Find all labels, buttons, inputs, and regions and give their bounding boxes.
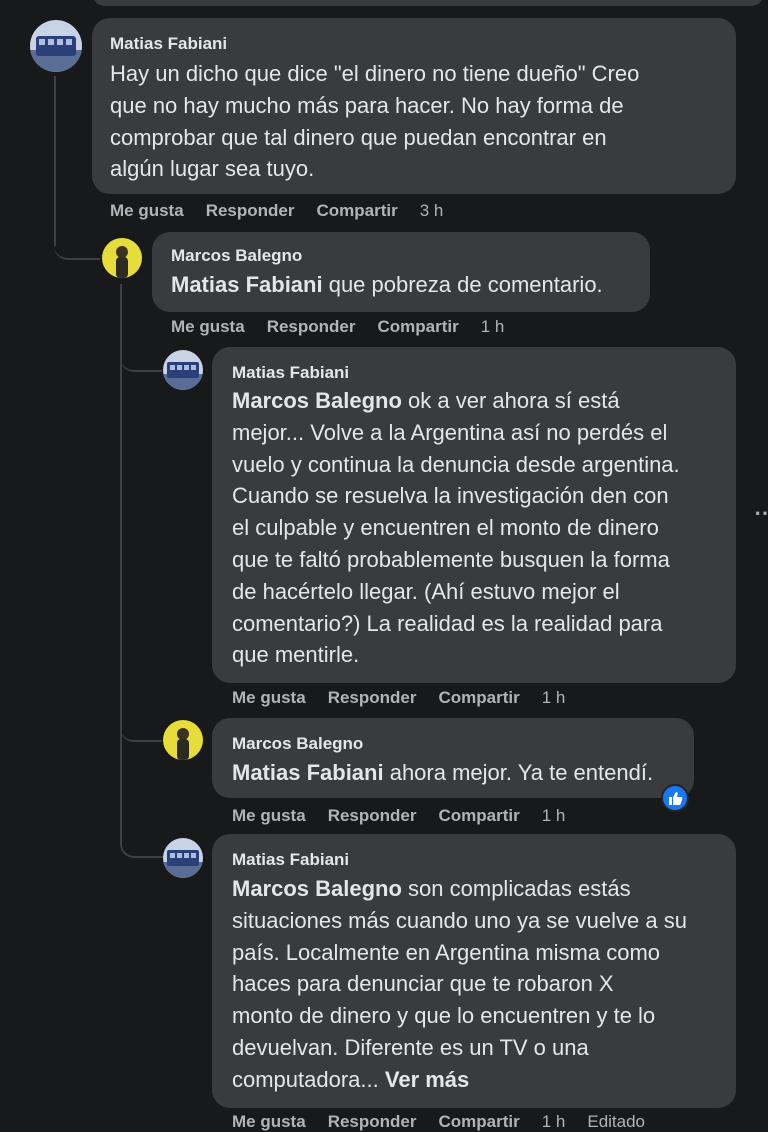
comment-actions: Me gusta Responder Compartir 3 h bbox=[110, 201, 465, 221]
reply-button[interactable]: Responder bbox=[328, 806, 417, 826]
reply-text-line: situaciones más cuando uno ya se vuelve … bbox=[232, 907, 687, 933]
see-more-link[interactable]: Ver más bbox=[385, 1067, 469, 1092]
avatar-matias-fabiani[interactable] bbox=[163, 350, 203, 390]
reply-text-content: son complicadas estás bbox=[401, 876, 631, 901]
reply-button[interactable]: Responder bbox=[328, 688, 417, 708]
reply-button[interactable]: Responder bbox=[206, 201, 295, 221]
reply-text: Marcos Balegno ok a ver ahora sí está me… bbox=[232, 385, 680, 671]
previous-comment-bubble bbox=[92, 0, 764, 6]
mention-link[interactable]: Marcos Balegno bbox=[232, 876, 402, 901]
reply-author[interactable]: Marcos Balegno bbox=[232, 734, 363, 754]
like-button[interactable]: Me gusta bbox=[232, 806, 306, 826]
timestamp[interactable]: 1 h bbox=[542, 688, 566, 708]
comment-text-line: comprobar que tal dinero que puedan enco… bbox=[110, 124, 607, 150]
reply-text-line: Marcos Balegno son complicadas estás bbox=[232, 873, 687, 905]
reply-actions: Me gusta Responder Compartir 1 h bbox=[171, 317, 526, 337]
reply-text-line: devuelvan. Diferente es un TV o una bbox=[232, 1034, 589, 1060]
avatar-matias-fabiani[interactable] bbox=[163, 838, 203, 878]
reply-text-line: computadora... Ver más bbox=[232, 1064, 687, 1096]
reply-text-line: vuelo y continua la denuncia desde argen… bbox=[232, 451, 680, 477]
like-button[interactable]: Me gusta bbox=[232, 1112, 306, 1132]
more-options-icon[interactable]: ⋯ bbox=[754, 500, 768, 526]
share-button[interactable]: Compartir bbox=[377, 317, 458, 337]
timestamp[interactable]: 1 h bbox=[542, 1112, 566, 1132]
like-button[interactable]: Me gusta bbox=[171, 317, 245, 337]
share-button[interactable]: Compartir bbox=[438, 806, 519, 826]
reply-actions: Me gusta Responder Compartir 1 h bbox=[232, 688, 587, 708]
timestamp[interactable]: 3 h bbox=[420, 201, 444, 221]
reply-button[interactable]: Responder bbox=[267, 317, 356, 337]
reply-text-line: que mentirle. bbox=[232, 642, 360, 668]
reply-text-line: el culpable y encuentren el monto de din… bbox=[232, 515, 659, 541]
edited-label[interactable]: Editado bbox=[587, 1112, 645, 1132]
reply-author[interactable]: Matias Fabiani bbox=[232, 850, 349, 870]
mention-link[interactable]: Matias Fabiani bbox=[232, 760, 384, 785]
like-button[interactable]: Me gusta bbox=[110, 201, 184, 221]
reply-bubble: Matias Fabiani Marcos Balegno son compli… bbox=[212, 834, 736, 1108]
reply-text: Matias Fabiani que pobreza de comentario… bbox=[171, 269, 603, 301]
reply-bubble: Marcos Balegno Matias Fabiani ahora mejo… bbox=[212, 718, 694, 798]
reply-text-line: país. Localmente en Argentina misma como bbox=[232, 939, 661, 965]
comment-text-line: Hay un dicho que dice "el dinero no tien… bbox=[110, 61, 640, 86]
mention-link[interactable]: Marcos Balegno bbox=[232, 388, 402, 413]
avatar-matias-fabiani[interactable] bbox=[30, 20, 82, 72]
reply-text-content: ahora mejor. Ya te entendí. bbox=[383, 760, 654, 785]
avatar-marcos-balegno[interactable] bbox=[102, 238, 142, 278]
reply-text-line: Cuando se resuelva la investigación den … bbox=[232, 483, 669, 509]
timestamp[interactable]: 1 h bbox=[542, 806, 566, 826]
comment-author[interactable]: Matias Fabiani bbox=[110, 34, 227, 54]
comment-text-line: que no hay mucho más para hacer. No hay … bbox=[110, 92, 624, 118]
like-reaction-icon[interactable] bbox=[661, 784, 689, 812]
reply-button[interactable]: Responder bbox=[328, 1112, 417, 1132]
avatar-image bbox=[102, 238, 142, 278]
reply-text-line: comentario?) La realidad es la realidad … bbox=[232, 610, 663, 636]
reply-actions: Me gusta Responder Compartir 1 h bbox=[232, 806, 587, 826]
reply-bubble: Marcos Balegno Matias Fabiani que pobrez… bbox=[152, 232, 650, 312]
avatar-image bbox=[30, 20, 82, 72]
share-button[interactable]: Compartir bbox=[438, 1112, 519, 1132]
reply-text-line: Marcos Balegno ok a ver ahora sí está bbox=[232, 385, 680, 417]
thread-connector-reply-2 bbox=[120, 350, 162, 372]
timestamp[interactable]: 1 h bbox=[481, 317, 505, 337]
reply-text-line: que te faltó probablemente busquen la fo… bbox=[232, 546, 670, 572]
reply-bubble: Matias Fabiani Marcos Balegno ok a ver a… bbox=[212, 347, 736, 683]
avatar-image bbox=[163, 350, 203, 390]
thread-connector-reply-1 bbox=[54, 228, 100, 260]
mention-link[interactable]: Matias Fabiani bbox=[171, 272, 323, 297]
share-button[interactable]: Compartir bbox=[316, 201, 397, 221]
reply-text-content: que pobreza de comentario. bbox=[322, 272, 603, 297]
thread-connector-reply-4 bbox=[120, 836, 164, 858]
avatar-marcos-balegno[interactable] bbox=[163, 720, 203, 760]
avatar-image bbox=[163, 720, 203, 760]
comment-text-line: algún lugar sea tuyo. bbox=[110, 156, 315, 182]
comment-text: Hay un dicho que dice "el dinero no tien… bbox=[110, 58, 639, 185]
reply-text-content: ok a ver ahora sí está bbox=[401, 388, 620, 413]
reply-text-line: de hacértelo llegar. (Ahí estuvo mejor e… bbox=[232, 578, 620, 604]
reply-text: Matias Fabiani ahora mejor. Ya te entend… bbox=[232, 757, 653, 789]
thread-connector-reply-3 bbox=[120, 720, 162, 742]
reply-text-line: haces para denunciar que te robaron X bbox=[232, 971, 614, 997]
reply-text-content: computadora... bbox=[232, 1066, 385, 1092]
reply-author[interactable]: Marcos Balegno bbox=[171, 246, 302, 266]
share-button[interactable]: Compartir bbox=[438, 688, 519, 708]
reply-author[interactable]: Matias Fabiani bbox=[232, 363, 349, 383]
thumbs-up-icon bbox=[669, 792, 683, 805]
reply-text: Marcos Balegno son complicadas estás sit… bbox=[232, 873, 687, 1096]
avatar-image bbox=[163, 838, 203, 878]
like-button[interactable]: Me gusta bbox=[232, 688, 306, 708]
reply-actions: Me gusta Responder Compartir 1 h Editado bbox=[232, 1112, 667, 1132]
thread-line-main bbox=[54, 76, 56, 246]
thread-line-replies bbox=[120, 284, 122, 844]
reply-text-line: monto de dinero y que lo encuentren y te… bbox=[232, 1003, 656, 1029]
comment-bubble: Matias Fabiani Hay un dicho que dice "el… bbox=[92, 18, 736, 194]
reply-text-line: mejor... Volve a la Argentina así no per… bbox=[232, 419, 668, 445]
